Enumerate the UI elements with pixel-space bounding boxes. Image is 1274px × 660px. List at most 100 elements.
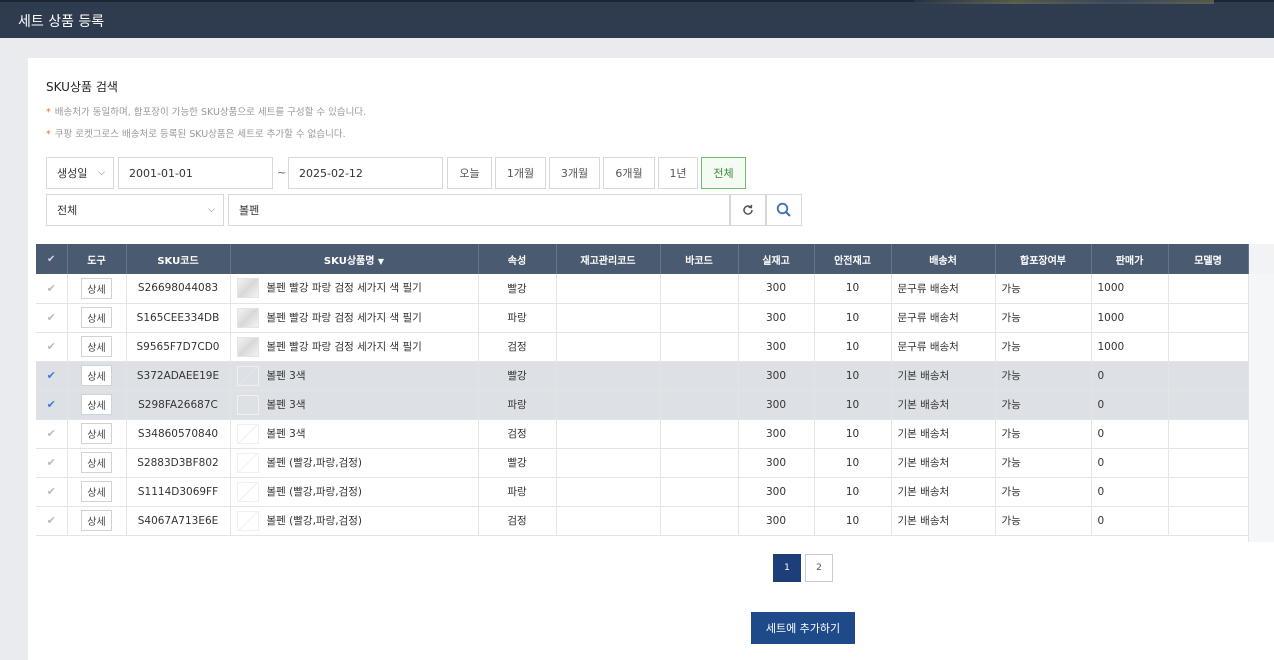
row-checkbox[interactable]: ✔ (36, 506, 68, 536)
detail-button[interactable]: 상세 (81, 481, 112, 502)
table-header-row: ✔ 도구 SKU코드 SKU상품명 ▼ 속성 재고관리코드 바코드 실재고 안전… (36, 244, 1249, 274)
row-checkbox[interactable]: ✔ (36, 332, 68, 362)
column-header: 도구 (67, 244, 127, 274)
sku-code-cell: S4067A713E6E (126, 506, 231, 536)
search-button[interactable] (766, 194, 802, 226)
period-1month-button[interactable]: 1개월 (495, 157, 546, 189)
detail-button[interactable]: 상세 (81, 423, 112, 444)
row-checkbox[interactable]: ✔ (36, 274, 68, 304)
check-icon: ✔ (46, 340, 56, 353)
table-row[interactable]: ✔ 상세 S4067A713E6E 볼펜 (빨강,파랑,검정) 검정 300 10 기본 배송… (36, 506, 1249, 536)
shipping-cell: 문구류 배송처 (891, 303, 996, 333)
column-header: 합포장여부 (995, 244, 1092, 274)
table-row[interactable]: ✔ 상세 S372ADAEE19E 볼펜 3색 빨강 300 10 기본 배송처 가능 0 (36, 361, 1249, 391)
column-header-sortable[interactable]: SKU상품명 ▼ (230, 244, 479, 274)
select-all-checkbox[interactable]: ✔ (36, 244, 68, 274)
price-cell: 0 (1091, 419, 1169, 449)
chevron-down-icon: ⌵ (98, 168, 105, 178)
detail-button[interactable]: 상세 (81, 307, 112, 328)
shipping-cell: 기본 배송처 (891, 448, 996, 478)
search-field-select[interactable]: 전체 ⌵ (46, 194, 224, 226)
safety-stock-cell: 10 (814, 303, 892, 333)
row-checkbox[interactable]: ✔ (36, 448, 68, 478)
product-name-cell: 볼펜 빨강 파랑 검정 세가지 색 필기 (230, 332, 479, 362)
shipping-cell: 기본 배송처 (891, 506, 996, 536)
barcode-cell (660, 448, 739, 478)
pack-cell: 가능 (995, 506, 1092, 536)
column-header: 바코드 (660, 244, 739, 274)
end-date-input[interactable]: 2025-02-12 (288, 157, 443, 189)
period-all-button[interactable]: 전체 (701, 157, 746, 189)
period-3month-button[interactable]: 3개월 (549, 157, 600, 189)
tool-cell: 상세 (67, 506, 127, 536)
tool-cell: 상세 (67, 477, 127, 507)
table-row[interactable]: ✔ 상세 S2883D3BF802 볼펜 (빨강,파랑,검정) 빨강 300 10 기본 배송… (36, 448, 1249, 478)
table-row[interactable]: ✔ 상세 S298FA26687C 볼펜 3색 파랑 300 10 기본 배송처 가능 0 (36, 390, 1249, 420)
sort-down-icon: ▼ (377, 256, 385, 266)
row-checkbox[interactable]: ✔ (36, 477, 68, 507)
check-icon: ✔ (46, 427, 56, 440)
reset-button[interactable] (730, 194, 766, 226)
barcode-cell (660, 274, 739, 304)
attribute-cell: 빨강 (478, 274, 557, 304)
row-checkbox[interactable]: ✔ (36, 303, 68, 333)
detail-button[interactable]: 상세 (81, 336, 112, 357)
asterisk-icon: * (46, 129, 51, 140)
table-row[interactable]: ✔ 상세 S34860570840 볼펜 3색 검정 300 10 기본 배송처 가능 0 (36, 419, 1249, 449)
keyword-input[interactable]: 볼펜 (228, 194, 730, 226)
attribute-cell: 빨강 (478, 448, 557, 478)
price-cell: 1000 (1091, 332, 1169, 362)
top-bar: 세트 상품 등록 (0, 0, 1274, 38)
pack-cell: 가능 (995, 477, 1092, 507)
stock-code-cell (556, 274, 661, 304)
date-type-select[interactable]: 생성일 ⌵ (46, 157, 114, 189)
detail-button[interactable]: 상세 (81, 452, 112, 473)
barcode-cell (660, 303, 739, 333)
stock-cell: 300 (738, 332, 815, 362)
safety-stock-cell: 10 (814, 477, 892, 507)
detail-button[interactable]: 상세 (81, 277, 112, 299)
check-icon: ✔ (46, 456, 56, 469)
stock-cell: 300 (738, 361, 815, 391)
column-header: 모델명 (1168, 244, 1249, 274)
period-6month-button[interactable]: 6개월 (603, 157, 655, 189)
stock-cell: 300 (738, 506, 815, 536)
row-checkbox[interactable]: ✔ (36, 361, 68, 391)
add-to-set-button[interactable]: 세트에 추가하기 (751, 612, 855, 644)
pack-cell: 가능 (995, 303, 1092, 333)
model-cell (1168, 274, 1249, 304)
detail-button[interactable]: 상세 (81, 510, 112, 531)
header-decoration (914, 0, 1214, 4)
table-row[interactable]: ✔ 상세 S165CEE334DB 볼펜 빨강 파랑 검정 세가지 색 필기 파랑 300… (36, 303, 1249, 333)
stock-code-cell (556, 361, 661, 391)
sku-code-cell: S372ADAEE19E (126, 361, 231, 391)
table-row[interactable]: ✔ 상세 S1114D3069FF 볼펜 (빨강,파랑,검정) 파랑 300 10 기본 배송… (36, 477, 1249, 507)
start-date-input[interactable]: 2001-01-01 (118, 157, 273, 189)
barcode-cell (660, 332, 739, 362)
pack-cell: 가능 (995, 419, 1092, 449)
table-row[interactable]: ✔ 상세 S9565F7D7CD0 볼펜 빨강 파랑 검정 세가지 색 필기 검정 300… (36, 332, 1249, 362)
stock-cell: 300 (738, 274, 815, 304)
check-icon: ✔ (46, 311, 56, 324)
page-1-button[interactable]: 1 (773, 554, 801, 582)
safety-stock-cell: 10 (814, 506, 892, 536)
table-row[interactable]: ✔ 상세 S26698044083 볼펜 빨강 파랑 검정 세가지 색 필기 빨강 300… (36, 274, 1249, 304)
sku-code-cell: S2883D3BF802 (126, 448, 231, 478)
product-name-cell: 볼펜 (빨강,파랑,검정) (230, 477, 479, 507)
detail-button[interactable]: 상세 (81, 365, 112, 386)
attribute-cell: 파랑 (478, 390, 557, 420)
detail-button[interactable]: 상세 (81, 394, 112, 415)
product-thumbnail (236, 481, 259, 502)
price-cell: 0 (1091, 506, 1169, 536)
product-name-cell: 볼펜 3색 (230, 361, 479, 391)
shipping-cell: 기본 배송처 (891, 419, 996, 449)
main-panel: SKU상품 검색 * 배송처가 동일하며, 합포장이 가능한 SKU상품으로 세트… (28, 58, 1274, 660)
safety-stock-cell: 10 (814, 448, 892, 478)
period-today-button[interactable]: 오늘 (447, 157, 492, 189)
page-2-button[interactable]: 2 (805, 554, 833, 582)
period-1year-button[interactable]: 1년 (658, 157, 698, 189)
row-checkbox[interactable]: ✔ (36, 390, 68, 420)
row-checkbox[interactable]: ✔ (36, 419, 68, 449)
stock-code-cell (556, 506, 661, 536)
sku-code-cell: S26698044083 (126, 274, 231, 304)
